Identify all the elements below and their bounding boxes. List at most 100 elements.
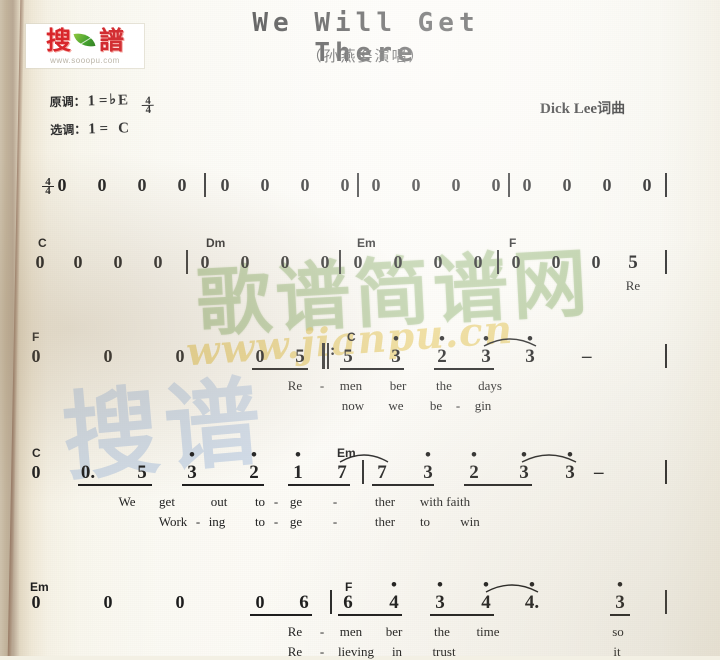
lyric-verse1: ber xyxy=(389,378,407,393)
page-subtitle: （孙燕姿演唱） xyxy=(306,47,426,65)
note: 0 xyxy=(255,592,265,612)
barline-end xyxy=(665,460,667,484)
note: 0 xyxy=(491,175,501,195)
note: 5 xyxy=(628,252,638,273)
note: • 4. xyxy=(524,575,540,613)
note-extension-dash: – xyxy=(582,346,592,367)
lyric-verse1: out xyxy=(210,494,228,509)
selected-key-label: 选调： xyxy=(50,122,87,138)
slur-icon xyxy=(520,450,578,464)
leaf-icon xyxy=(74,30,96,50)
note: 0 xyxy=(280,252,290,272)
note: 0 xyxy=(31,462,41,482)
time-signature-denominator: 4 xyxy=(142,104,155,116)
note: 0 xyxy=(31,592,41,612)
beam-line xyxy=(372,484,434,486)
sheet-music-page: 歌谱简谱网 www.jianpu.cn 搜谱 搜 譜 www.sooopu.co… xyxy=(0,0,720,659)
octave-dot-icon: • xyxy=(251,445,257,464)
barline-end xyxy=(665,173,667,197)
beam-line xyxy=(610,614,630,616)
beam-line xyxy=(340,368,404,370)
lyric-verse2: trust xyxy=(432,644,456,659)
note: 0 xyxy=(177,175,187,195)
chord-symbol: F xyxy=(509,236,517,250)
barline xyxy=(339,250,341,274)
note: 6 xyxy=(343,592,353,613)
note: • 1 xyxy=(290,446,306,484)
lyric-verse2: ing xyxy=(208,514,226,529)
composer-name: Dick Lee xyxy=(540,101,598,117)
logo-row: 搜 譜 xyxy=(46,28,124,53)
chord-symbol: Em xyxy=(357,236,376,250)
note: • 2 xyxy=(246,446,262,484)
original-key-note: E xyxy=(117,92,129,109)
note: 0 xyxy=(240,252,250,272)
note: • 3 xyxy=(562,446,578,484)
beam-line xyxy=(78,484,152,486)
note: 0 xyxy=(57,175,67,195)
note: 0 xyxy=(260,175,270,195)
staff1-time-signature: 4 4 xyxy=(42,177,54,197)
octave-dot-icon: • xyxy=(295,445,301,464)
lyric-verse2: - xyxy=(332,514,338,529)
lyric-verse1: the xyxy=(436,378,452,393)
lyric-verse1: so xyxy=(612,624,624,639)
note: 5 xyxy=(295,346,305,367)
note: • 4 xyxy=(478,576,494,614)
lyric-verse1: the xyxy=(434,624,450,639)
note: 0 xyxy=(103,592,113,612)
note: 5 xyxy=(137,462,147,483)
lyric-verse1: with faith xyxy=(419,494,471,509)
barline xyxy=(508,173,510,197)
note: 0 xyxy=(153,252,163,272)
note: 0 xyxy=(411,175,421,195)
original-key-value: 1 = xyxy=(87,92,108,110)
note: 0 xyxy=(451,175,461,195)
note: 0 xyxy=(353,252,363,272)
note: 0 xyxy=(642,175,652,195)
note: 0 xyxy=(220,175,230,195)
lyric-verse2: it xyxy=(613,644,621,659)
sooopu-logo[interactable]: 搜 譜 www.sooopu.com xyxy=(26,24,144,68)
lyric-verse1: We xyxy=(118,494,136,509)
octave-dot-icon: • xyxy=(471,445,477,464)
logo-url: www.sooopu.com xyxy=(50,55,120,65)
note: 0 xyxy=(551,252,561,272)
lyric-verse1: get xyxy=(159,494,175,509)
barline xyxy=(186,250,188,274)
note: 0 xyxy=(200,252,210,272)
key-signature-block: 原调： 1 = ♭ E 4 4 选调： 1 = C xyxy=(49,91,155,145)
note: 0 xyxy=(522,175,532,195)
note: 0 xyxy=(562,175,572,195)
selected-key-value: 1 = xyxy=(88,120,109,138)
note: 0 xyxy=(103,346,113,366)
repeat-start-sign: : xyxy=(322,343,336,369)
slur-icon xyxy=(482,334,538,348)
lyric-verse2: - xyxy=(455,398,461,413)
slur-icon xyxy=(484,580,540,594)
lyric-verse2: gin xyxy=(474,398,492,413)
lyric-verse1: ther xyxy=(374,494,396,509)
note: • 3 xyxy=(184,446,200,484)
barline xyxy=(330,590,332,614)
logo-char-sou: 搜 xyxy=(45,25,71,55)
logo-char-pu: 譜 xyxy=(99,25,125,55)
selected-key-note: C xyxy=(117,120,130,137)
lyric-verse2: ge xyxy=(289,514,303,529)
note: • 3 xyxy=(432,576,448,614)
chord-symbol: C xyxy=(32,446,41,460)
lyric-verse1: Re xyxy=(287,624,303,639)
octave-dot-icon: • xyxy=(393,329,399,348)
staff-system-3: F C 0 0 0 0 5 : 5 • 3 • 2 • 3 • 3 – Re - men… xyxy=(0,330,720,420)
original-key-line: 原调： 1 = ♭ E 4 4 xyxy=(49,91,155,117)
note: 0 xyxy=(175,346,185,366)
note: 0 xyxy=(340,175,350,195)
lyric-verse2: in xyxy=(391,644,403,659)
lyric-verse2: ther xyxy=(374,514,396,529)
octave-dot-icon: • xyxy=(189,445,195,464)
staff-system-4: C Em 0 0. 5 • 3 • 2 • 1 7 7 • 3 • 2 • 3 • 3 – W… xyxy=(0,446,720,536)
note: • 2 xyxy=(466,446,482,484)
note: 0 xyxy=(35,252,45,272)
lyric-verse1: - xyxy=(332,494,338,509)
lyric-verse1: ge xyxy=(289,494,303,509)
